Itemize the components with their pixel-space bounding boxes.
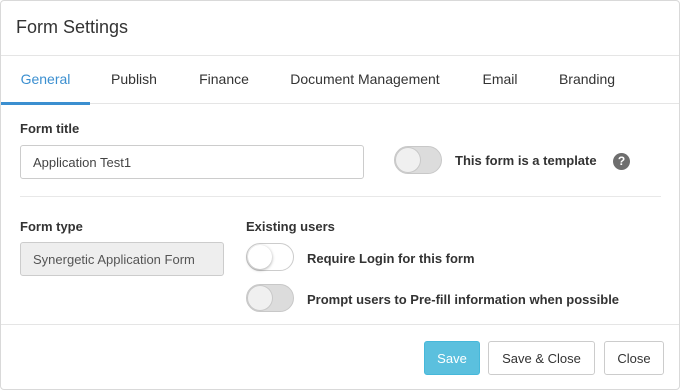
template-toggle-label: This form is a template (455, 153, 597, 168)
toggle-knob (248, 286, 272, 310)
section-divider (20, 196, 661, 197)
form-type-label: Form type (20, 219, 83, 234)
dialog-header: Form Settings (1, 1, 679, 56)
tab-email[interactable]: Email (471, 56, 529, 104)
dialog-footer: Save Save & Close Close (1, 324, 679, 389)
form-title-input[interactable]: Application Test1 (20, 145, 364, 179)
dialog-title: Form Settings (16, 17, 129, 37)
form-settings-dialog: Form Settings General Publish Finance Do… (0, 0, 680, 390)
toggle-knob (248, 245, 272, 269)
prefill-toggle[interactable] (246, 284, 294, 312)
tab-branding[interactable]: Branding (551, 56, 623, 104)
toggle-knob (396, 148, 420, 172)
template-toggle[interactable] (394, 146, 442, 174)
tab-bar: General Publish Finance Document Managem… (1, 56, 679, 105)
form-title-label: Form title (20, 121, 80, 136)
require-login-label: Require Login for this form (307, 251, 475, 266)
tab-document-management[interactable]: Document Management (283, 56, 447, 104)
tab-publish[interactable]: Publish (101, 56, 167, 104)
save-close-button[interactable]: Save & Close (488, 341, 595, 375)
save-button[interactable]: Save (424, 341, 480, 375)
help-icon[interactable]: ? (613, 153, 630, 170)
existing-users-label: Existing users (246, 219, 335, 234)
prefill-label: Prompt users to Pre-fill information whe… (307, 292, 620, 307)
form-type-field: Synergetic Application Form (20, 242, 224, 276)
close-button[interactable]: Close (604, 341, 664, 375)
require-login-toggle[interactable] (246, 243, 294, 271)
tab-general[interactable]: General (1, 56, 90, 105)
form-type-value: Synergetic Application Form (33, 251, 195, 267)
form-title-value: Application Test1 (33, 154, 132, 170)
tab-finance[interactable]: Finance (191, 56, 257, 104)
